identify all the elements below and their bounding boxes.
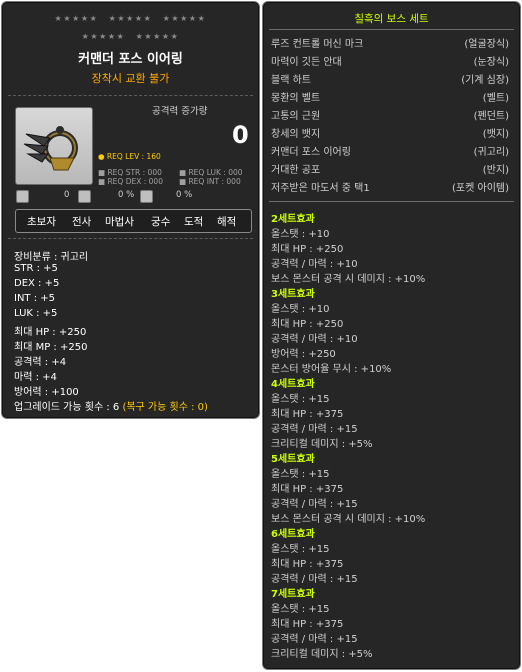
set-effect-line: 올스탯 : +15	[271, 469, 330, 480]
set-effect-line: 최대 HP : +250	[271, 244, 344, 255]
set-effect-line: 공격력 / 마력 : +10	[271, 259, 358, 270]
star-force-row-1: ★★★★★ ★★★★★ ★★★★★	[2, 14, 259, 23]
req-level: ● REQ LEV : 160	[98, 152, 161, 161]
stat-line: 공격력 : +4	[14, 357, 67, 368]
stat-line: 장비분류 : 귀고리	[14, 252, 89, 263]
set-effect-head: 2세트효과	[271, 214, 315, 225]
star-group: ★★★★★	[81, 32, 126, 41]
job-warrior: 전사	[72, 216, 92, 228]
slash-value: 0 %	[176, 190, 193, 200]
set-item-type: (얼굴장식)	[464, 39, 509, 50]
stat-line: 방어력 : +100	[14, 387, 79, 398]
set-item-type: (펜던트)	[473, 111, 509, 122]
set-item-name: 저주받은 마도서 중 택1	[271, 183, 370, 194]
set-effect-line: 몬스터 방어율 무시 : +10%	[271, 364, 392, 375]
stat-line: LUK : +5	[14, 308, 58, 319]
recover-count: (복구 가능 횟수 : 0)	[122, 402, 208, 413]
set-effect-line: 공격력 / 마력 : +15	[271, 499, 358, 510]
set-effect-line: 공격력 / 마력 : +15	[271, 424, 358, 435]
job-pirate: 해적	[217, 216, 237, 228]
star-group: ★★★★★	[162, 14, 207, 23]
set-item-type: (귀고리)	[473, 147, 509, 158]
set-effect-head: 6세트효과	[271, 529, 315, 540]
req-dex: ■ REQ DEX : 000	[98, 177, 163, 186]
set-title: 칠흑의 보스 세트	[354, 13, 429, 25]
upgrade-label: 업그레이드 가능 횟수 : 6	[14, 402, 120, 413]
set-effect-line: 최대 HP : +250	[271, 319, 344, 330]
set-effect-line: 올스탯 : +10	[271, 229, 330, 240]
set-effect-line: 올스탯 : +10	[271, 304, 330, 315]
set-item-type: (포켓 아이템)	[452, 183, 509, 194]
set-effect-line: 보스 몬스터 공격 시 데미지 : +10%	[271, 274, 426, 285]
set-effect-head: 5세트효과	[271, 454, 315, 465]
set-item-name: 창세의 뱃지	[271, 129, 321, 140]
star-group: ★★★★★	[108, 14, 153, 23]
set-item-type: (뱃지)	[482, 129, 509, 140]
set-item-type: (기계 심장)	[461, 75, 509, 86]
set-effect-line: 올스탯 : +15	[271, 394, 330, 405]
set-effect-line: 공격력 / 마력 : +15	[271, 634, 358, 645]
trade-restriction: 장착시 교환 불가	[91, 72, 170, 85]
set-effect-line: 올스탯 : +15	[271, 544, 330, 555]
set-effect-line: 보스 몬스터 공격 시 데미지 : +10%	[271, 514, 426, 525]
job-magician: 마법사	[105, 216, 134, 228]
star-force-row-2: ★★★★★ ★★★★★	[2, 32, 259, 41]
set-effect-line: 크리티컬 데미지 : +5%	[271, 439, 373, 450]
set-effect-head: 4세트효과	[271, 379, 315, 390]
star-group: ★★★★★	[135, 32, 180, 41]
set-effect-line: 최대 HP : +375	[271, 619, 344, 630]
set-item-name: 거대한 공포	[271, 165, 321, 176]
job-bowman: 궁수	[151, 216, 171, 228]
set-effect-line: 최대 HP : +375	[271, 559, 344, 570]
set-effect-head: 7세트효과	[271, 589, 315, 600]
slash-icon	[140, 190, 153, 203]
set-item-type: (눈장식)	[473, 57, 509, 68]
set-item-name: 몽환의 벨트	[271, 93, 321, 104]
stat-line: 최대 HP : +250	[14, 327, 87, 338]
set-tooltip: 칠흑의 보스 세트 루즈 컨트롤 머신 마크 (얼굴장식) 마력이 깃든 안대 …	[262, 1, 521, 670]
set-item-name: 루즈 컨트롤 머신 마크	[271, 39, 364, 50]
scissors-icon	[16, 190, 29, 203]
set-item-type: (벨트)	[482, 93, 509, 104]
set-item-name: 마력이 깃든 안대	[271, 57, 342, 68]
attack-increase-value: 0	[232, 121, 249, 149]
stat-line: DEX : +5	[14, 278, 60, 289]
attack-increase-label: 공격력 증가량	[152, 106, 208, 117]
set-item-name: 고통의 근원	[271, 111, 321, 122]
item-tooltip: ★★★★★ ★★★★★ ★★★★★ ★★★★★ ★★★★★ 커맨더 포스 이어링…	[1, 1, 260, 419]
job-beginner: 초보자	[27, 216, 56, 228]
set-effect-head: 3세트효과	[271, 289, 315, 300]
potential-value: 0 %	[118, 190, 135, 200]
job-thief: 도적	[184, 216, 204, 228]
potential-icon	[78, 190, 91, 203]
divider	[269, 201, 514, 202]
stat-line: 최대 MP : +250	[14, 342, 88, 353]
divider	[8, 238, 253, 239]
set-effect-line: 방어력 : +250	[271, 349, 336, 360]
job-requirement-bar: 초보자 전사 마법사 궁수 도적 해적	[15, 209, 252, 233]
divider	[269, 29, 514, 30]
set-effect-line: 최대 HP : +375	[271, 409, 344, 420]
stat-line: INT : +5	[14, 293, 56, 304]
stat-line: STR : +5	[14, 263, 58, 274]
divider	[8, 95, 253, 96]
req-luk: ■ REQ LUK : 000	[179, 168, 243, 177]
star-group: ★★★★★	[54, 14, 99, 23]
set-effect-line: 최대 HP : +375	[271, 484, 344, 495]
req-int: ■ REQ INT : 000	[179, 177, 241, 186]
stat-line: 마력 : +4	[14, 372, 57, 383]
set-effect-line: 올스탯 : +15	[271, 604, 330, 615]
set-item-type: (반지)	[482, 165, 509, 176]
set-effect-line: 크리티컬 데미지 : +5%	[271, 649, 373, 660]
set-item-name: 커맨더 포스 이어링	[271, 147, 351, 158]
upgrade-count: 업그레이드 가능 횟수 : 6 (복구 가능 횟수 : 0)	[14, 398, 208, 413]
item-name: 커맨더 포스 이어링	[78, 52, 183, 67]
scissors-count: 0	[64, 190, 70, 200]
earring-item-icon	[15, 107, 93, 185]
req-str: ■ REQ STR : 000	[98, 168, 162, 177]
set-effect-line: 공격력 / 마력 : +10	[271, 334, 358, 345]
set-effect-line: 공격력 / 마력 : +15	[271, 574, 358, 585]
set-item-name: 블랙 하트	[271, 75, 311, 86]
